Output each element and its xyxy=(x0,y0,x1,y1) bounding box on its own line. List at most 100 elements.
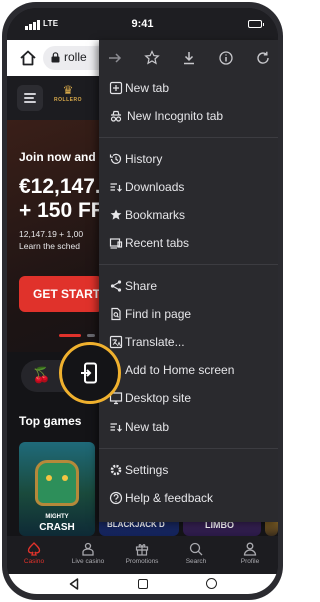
nav-search[interactable]: Search xyxy=(169,536,223,574)
bookmark-star-icon[interactable] xyxy=(144,50,160,66)
banner-amount-line2: + 150 FR xyxy=(19,199,106,222)
highlight-ring xyxy=(59,342,121,404)
menu-item-label: Downloads xyxy=(125,180,185,194)
menu-item-label: Help & feedback xyxy=(125,491,214,505)
nav-live-casino[interactable]: Live casino xyxy=(61,536,115,574)
menu-item-desktop-site[interactable]: Desktop site xyxy=(99,384,278,412)
banner-headline: Join now and g xyxy=(19,150,107,164)
info-icon[interactable] xyxy=(218,50,234,66)
nav-label: Search xyxy=(185,558,207,565)
browser-overflow-menu: New tab New Incognito tab History Downlo… xyxy=(99,40,278,522)
hamburger-menu-button[interactable] xyxy=(17,85,43,111)
recent-tabs-icon xyxy=(109,238,123,249)
banner-sub-line2[interactable]: Learn the sched xyxy=(19,240,83,252)
nav-label: Promotions xyxy=(125,558,159,565)
gift-icon xyxy=(135,544,149,556)
bookmarks-icon xyxy=(110,209,122,220)
translate-icon xyxy=(109,335,123,349)
mask-icon xyxy=(35,460,79,506)
game-title-small: MIGHTY xyxy=(45,514,69,520)
spade-icon xyxy=(27,542,41,556)
menu-item-add-to-home-screen[interactable]: Add to Home screen xyxy=(99,356,278,384)
menu-item-share[interactable]: Share xyxy=(99,272,278,300)
dealer-icon xyxy=(82,542,94,556)
menu-icon-row xyxy=(99,40,278,76)
nav-label: Profile xyxy=(240,558,260,565)
download-icon[interactable] xyxy=(181,50,197,66)
site-logo[interactable]: ♛ ROLLERO xyxy=(51,84,85,114)
screen: LTE 9:41 rolle ♛ ROLLERO Join now and g … xyxy=(7,8,278,594)
banner-amount: €12,147. + 150 FR xyxy=(19,175,106,223)
menu-item-new-tab-2[interactable]: New tab xyxy=(99,413,278,441)
find-in-page-icon xyxy=(111,307,121,321)
menu-item-label: Translate... xyxy=(125,335,185,349)
menu-item-find-in-page[interactable]: Find in page xyxy=(99,300,278,328)
nav-promotions[interactable]: Promotions xyxy=(115,536,169,574)
get-started-button[interactable]: GET START xyxy=(19,276,103,312)
menu-item-label: History xyxy=(125,152,163,166)
game-tile[interactable]: MIGHTY CRASH xyxy=(19,442,95,536)
new-tab-list-icon xyxy=(110,423,122,432)
menu-item-label: New tab xyxy=(125,420,170,434)
new-tab-icon xyxy=(109,81,123,95)
menu-item-label: Add to Home screen xyxy=(125,363,235,377)
history-icon xyxy=(109,153,122,164)
crown-icon: ♛ xyxy=(62,83,74,97)
banner-sub-line1: 12,147.19 + 1,00 xyxy=(19,229,84,239)
refresh-icon[interactable] xyxy=(255,50,271,66)
back-icon[interactable] xyxy=(69,578,79,590)
menu-item-new-incognito-tab[interactable]: New Incognito tab xyxy=(99,102,278,130)
menu-item-history[interactable]: History xyxy=(99,145,278,173)
clock: 9:41 xyxy=(131,18,154,30)
menu-item-help-feedback[interactable]: Help & feedback xyxy=(99,484,278,512)
help-icon xyxy=(109,491,123,505)
settings-icon xyxy=(110,464,122,476)
menu-item-recent-tabs[interactable]: Recent tabs xyxy=(99,229,278,257)
menu-item-label: New Incognito tab xyxy=(127,109,224,123)
battery-icon xyxy=(248,20,264,28)
menu-item-new-tab[interactable]: New tab xyxy=(99,74,278,102)
forward-icon[interactable] xyxy=(107,50,123,66)
profile-icon xyxy=(243,542,257,556)
incognito-icon xyxy=(110,110,122,122)
carousel-dot[interactable] xyxy=(87,334,95,337)
menu-item-label: Recent tabs xyxy=(125,236,190,250)
nav-label: Live casino xyxy=(71,558,105,565)
phone-frame: LTE 9:41 rolle ♛ ROLLERO Join now and g … xyxy=(2,2,283,600)
search-icon xyxy=(189,542,203,556)
home-icon[interactable] xyxy=(19,49,37,67)
menu-divider xyxy=(99,137,278,138)
menu-item-label: Share xyxy=(125,279,158,293)
menu-item-label: Bookmarks xyxy=(125,208,186,222)
banner-amount-line1: €12,147. xyxy=(19,175,101,198)
downloads-icon xyxy=(110,183,122,192)
add-to-home-icon[interactable] xyxy=(80,362,100,384)
nav-casino[interactable]: Casino xyxy=(7,536,61,574)
status-bar: LTE 9:41 xyxy=(7,8,278,40)
game-title: CRASH xyxy=(39,522,75,533)
nav-label: Casino xyxy=(23,558,45,565)
section-title: Top games xyxy=(19,414,82,428)
bottom-navigation: Casino Live casino Promotions Search Pro… xyxy=(7,536,278,574)
home-square-icon[interactable] xyxy=(138,579,148,589)
lock-icon xyxy=(51,52,60,63)
menu-item-downloads[interactable]: Downloads xyxy=(99,173,278,201)
banner-subtext: 12,147.19 + 1,00 Learn the sched xyxy=(19,228,83,252)
menu-item-translate[interactable]: Translate... xyxy=(99,328,278,356)
menu-item-label: New tab xyxy=(125,81,170,95)
url-text: rolle xyxy=(64,50,87,64)
menu-item-label: Settings xyxy=(125,463,169,477)
cherries-icon: 🍒 xyxy=(32,367,51,384)
menu-divider xyxy=(99,264,278,265)
recents-circle-icon[interactable] xyxy=(206,578,217,589)
menu-item-bookmarks[interactable]: Bookmarks xyxy=(99,201,278,229)
system-navigation-bar xyxy=(7,574,278,594)
menu-item-label: Find in page xyxy=(125,307,192,321)
menu-divider xyxy=(99,448,278,449)
logo-wordmark: ROLLERO xyxy=(54,97,82,103)
menu-item-settings[interactable]: Settings xyxy=(99,456,278,484)
share-icon xyxy=(110,280,122,292)
nav-profile[interactable]: Profile xyxy=(223,536,277,574)
carousel-dot-active[interactable] xyxy=(59,334,81,337)
menu-item-label: Desktop site xyxy=(125,391,192,405)
